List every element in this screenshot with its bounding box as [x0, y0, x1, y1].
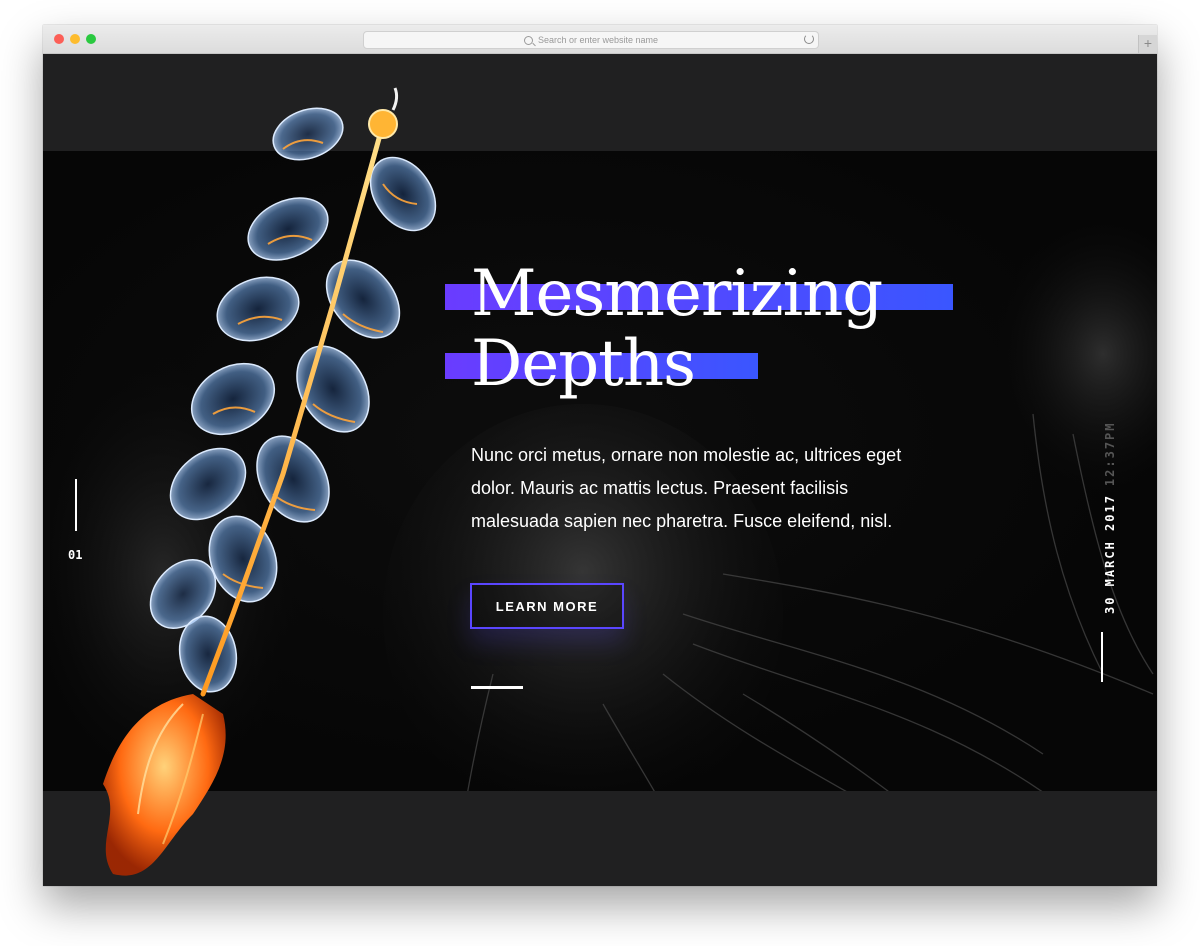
title-line-1: Mesmerizing [445, 259, 965, 329]
hero-description: Nunc orci metus, ornare non molestie ac,… [471, 445, 902, 531]
title-line-1-text: Mesmerizing [471, 257, 883, 331]
minimize-icon[interactable] [70, 34, 80, 44]
hero-title: Mesmerizing Depths [445, 259, 965, 399]
slide-indicator-line [75, 479, 77, 531]
accent-divider [471, 686, 523, 689]
slide-number: 01 [68, 548, 83, 562]
learn-more-button[interactable]: LEARN MORE [470, 583, 624, 629]
browser-titlebar: Search or enter website name + [43, 25, 1157, 54]
browser-window: Search or enter website name + Mesmerizi… [43, 25, 1157, 886]
new-tab-button[interactable]: + [1138, 35, 1157, 53]
post-date: 30 MARCH 2017 12:37PM [1103, 422, 1117, 615]
reload-icon[interactable] [804, 34, 814, 44]
page-content: Mesmerizing Depths Nunc orci metus, orna… [43, 54, 1157, 886]
time-text: 12:37PM [1103, 421, 1117, 487]
close-icon[interactable] [54, 34, 64, 44]
title-line-2: Depths [445, 329, 965, 399]
title-line-2-text: Depths [471, 327, 696, 401]
date-text: 30 MARCH 2017 [1103, 494, 1117, 614]
address-placeholder: Search or enter website name [537, 35, 659, 45]
address-bar[interactable]: Search or enter website name [363, 31, 819, 49]
date-indicator-line [1101, 632, 1103, 682]
search-icon [523, 35, 533, 45]
zoom-icon[interactable] [86, 34, 96, 44]
